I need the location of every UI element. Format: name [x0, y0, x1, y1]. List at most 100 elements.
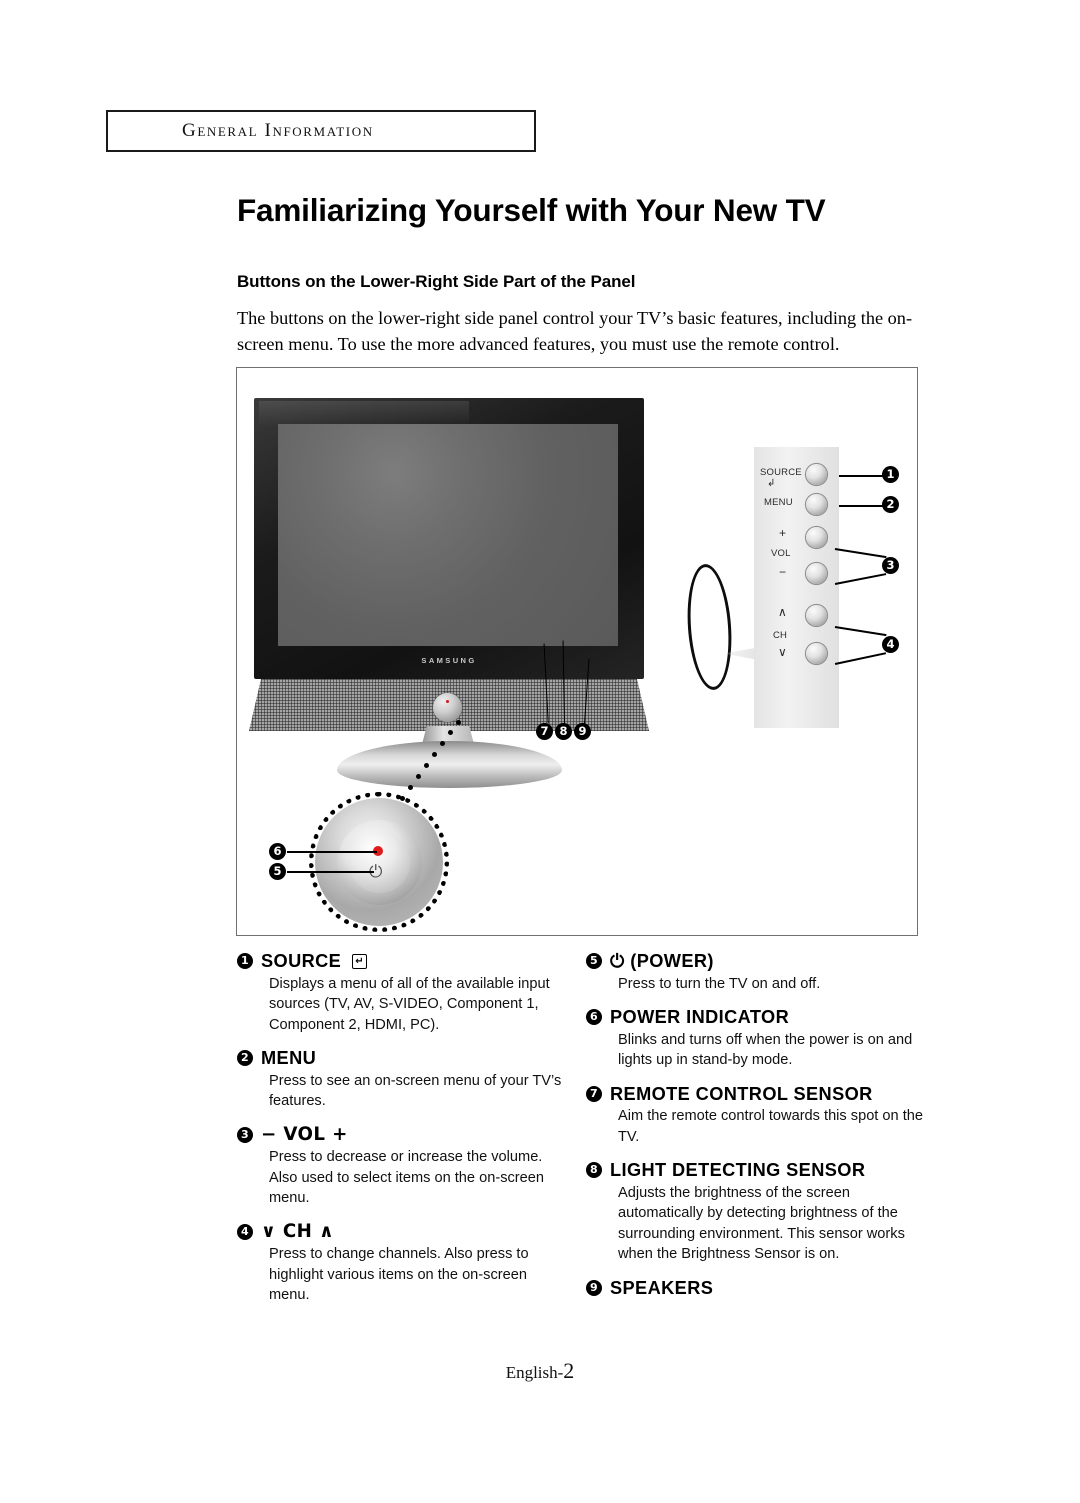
desc-head-source: 1 SOURCE ↵	[237, 951, 567, 972]
callout-line-6	[287, 851, 377, 853]
callout-badge-2: 2	[882, 496, 899, 513]
desc-body-power-indicator: Blinks and turns off when the power is o…	[618, 1031, 913, 1069]
intro-paragraph: The buttons on the lower-right side pane…	[237, 308, 913, 354]
zoom-highlight-ellipse	[683, 562, 736, 692]
desc-badge-7: 7	[586, 1085, 602, 1102]
ctrl-source-enter-icon: ↲	[767, 478, 776, 489]
desc-badge-4: 4	[237, 1223, 253, 1240]
desc-head-ch: 4 ∨ CH ∧	[237, 1220, 567, 1243]
ctrl-ch-down-label: ∨	[778, 645, 787, 659]
chapter-label: General Information	[182, 120, 374, 141]
desc-body-menu: Press to see an on-screen menu of your T…	[269, 1072, 562, 1110]
desc-head-menu: 2 MENU	[237, 1048, 567, 1069]
desc-title-source: SOURCE	[261, 951, 342, 971]
side-control-panel: SOURCE ↲ MENU + VOL − ∧ CH ∨	[754, 447, 839, 728]
tv-screen	[278, 424, 618, 646]
desc-item-remote-sensor: 7 REMOTE CONTROL SENSOR Aim the remote c…	[586, 1084, 936, 1148]
desc-item-light-sensor: 8 LIGHT DETECTING SENSOR Adjusts the bri…	[586, 1160, 936, 1265]
desc-head-power: 5 ⏻ (POWER)	[586, 951, 936, 972]
ctrl-vol-down-button[interactable]	[806, 563, 827, 584]
desc-body-vol: Press to decrease or increase the volume…	[269, 1149, 544, 1206]
desc-title-light-sensor: LIGHT DETECTING SENSOR	[610, 1160, 866, 1180]
desc-body-light-sensor: Adjusts the brightness of the screen aut…	[618, 1184, 905, 1263]
desc-head-speakers: 9 SPEAKERS	[586, 1278, 936, 1299]
desc-badge-1: 1	[237, 953, 253, 970]
callout-line-5	[287, 871, 374, 873]
desc-item-speakers: 9 SPEAKERS	[586, 1278, 936, 1299]
samsung-brand-logo: SAMSUNG	[421, 656, 477, 665]
callout-line-4b	[834, 652, 887, 665]
ctrl-vol-minus-label: −	[779, 565, 787, 579]
desc-badge-6: 6	[586, 1009, 602, 1026]
desc-body-ch: Press to change channels. Also press to …	[269, 1246, 529, 1303]
dot-link-3	[440, 741, 445, 746]
tv-power-button	[433, 693, 462, 722]
callout-line-1	[839, 475, 883, 477]
desc-badge-5: 5	[586, 953, 602, 970]
ctrl-menu-button[interactable]	[806, 494, 827, 515]
desc-body-power: Press to turn the TV on and off.	[618, 975, 821, 992]
callout-line-3a	[834, 548, 887, 558]
ctrl-ch-label: CH	[773, 630, 788, 641]
desc-head-light-sensor: 8 LIGHT DETECTING SENSOR	[586, 1160, 936, 1181]
desc-badge-8: 8	[586, 1162, 602, 1179]
section-title: Buttons on the Lower-Right Side Part of …	[237, 272, 636, 291]
tv-bezel: SAMSUNG	[254, 398, 644, 679]
desc-item-power-indicator: 6 POWER INDICATOR Blinks and turns off w…	[586, 1007, 936, 1071]
callout-badge-4: 4	[882, 636, 899, 653]
callout-line-2	[839, 505, 883, 507]
desc-item-ch: 4 ∨ CH ∧ Press to change channels. Also …	[237, 1220, 567, 1306]
desc-badge-9: 9	[586, 1279, 602, 1296]
dot-link-4	[432, 752, 437, 757]
ctrl-ch-up-label: ∧	[778, 605, 787, 619]
footer-language: English-	[505, 1363, 564, 1382]
ctrl-source-button[interactable]	[806, 464, 827, 485]
desc-item-source: 1 SOURCE ↵ Displays a menu of all of the…	[237, 951, 567, 1035]
desc-title-power-indicator: POWER INDICATOR	[610, 1007, 790, 1027]
tv-diagram-figure: SAMSUNG SOURCE ↲ MENU + VOL − ∧ CH ∨ 1 2…	[236, 367, 918, 936]
ctrl-ch-up-button[interactable]	[806, 605, 827, 626]
ctrl-menu-label: MENU	[764, 497, 793, 508]
dot-link-5	[424, 763, 429, 768]
ctrl-ch-down-button[interactable]	[806, 643, 827, 664]
desc-badge-3: 3	[237, 1126, 253, 1143]
desc-item-power: 5 ⏻ (POWER) Press to turn the TV on and …	[586, 951, 936, 994]
callout-badge-7: 7	[536, 723, 553, 740]
footer-page-number: 2	[563, 1358, 575, 1383]
description-column-left: 1 SOURCE ↵ Displays a menu of all of the…	[237, 951, 567, 1319]
tv-stand-base	[337, 741, 562, 788]
callout-badge-9: 9	[574, 723, 591, 740]
dot-link-6	[416, 774, 421, 779]
ctrl-vol-plus-label: +	[779, 526, 787, 540]
page-footer: English-2	[0, 1358, 1080, 1384]
desc-body-source: Displays a menu of all of the available …	[269, 975, 550, 1033]
page-title: Familiarizing Yourself with Your New TV	[237, 192, 826, 228]
desc-title-power: ⏻ (POWER)	[610, 951, 714, 971]
callout-badge-8: 8	[555, 723, 572, 740]
callout-badge-5: 5	[269, 863, 286, 880]
desc-badge-2: 2	[237, 1050, 253, 1067]
callout-badge-3: 3	[882, 557, 899, 574]
desc-item-vol: 3 − VOL + Press to decrease or increase …	[237, 1123, 567, 1209]
desc-title-vol: − VOL +	[261, 1123, 348, 1145]
desc-title-ch: ∨ CH ∧	[261, 1220, 335, 1242]
desc-title-remote-sensor: REMOTE CONTROL SENSOR	[610, 1083, 873, 1104]
ctrl-vol-up-button[interactable]	[806, 527, 827, 548]
dot-link-1	[456, 720, 461, 725]
callout-badge-1: 1	[882, 466, 899, 483]
desc-body-remote-sensor: Aim the remote control towards this spot…	[618, 1108, 923, 1145]
desc-title-menu: MENU	[261, 1048, 317, 1068]
desc-head-remote-sensor: 7 REMOTE CONTROL SENSOR	[586, 1084, 936, 1105]
ctrl-vol-label: VOL	[771, 548, 791, 559]
ctrl-source-label: SOURCE	[760, 467, 802, 478]
callout-line-4a	[834, 626, 887, 636]
callout-line-3b	[834, 573, 887, 585]
dot-link-2	[448, 730, 453, 735]
description-column-right: 5 ⏻ (POWER) Press to turn the TV on and …	[586, 951, 936, 1311]
dot-link-7	[408, 785, 413, 790]
enter-arrow-icon: ↵	[352, 953, 367, 969]
callout-badge-6: 6	[269, 843, 286, 860]
desc-item-menu: 2 MENU Press to see an on-screen menu of…	[237, 1048, 567, 1112]
desc-title-speakers: SPEAKERS	[610, 1277, 714, 1298]
desc-head-power-indicator: 6 POWER INDICATOR	[586, 1007, 936, 1028]
